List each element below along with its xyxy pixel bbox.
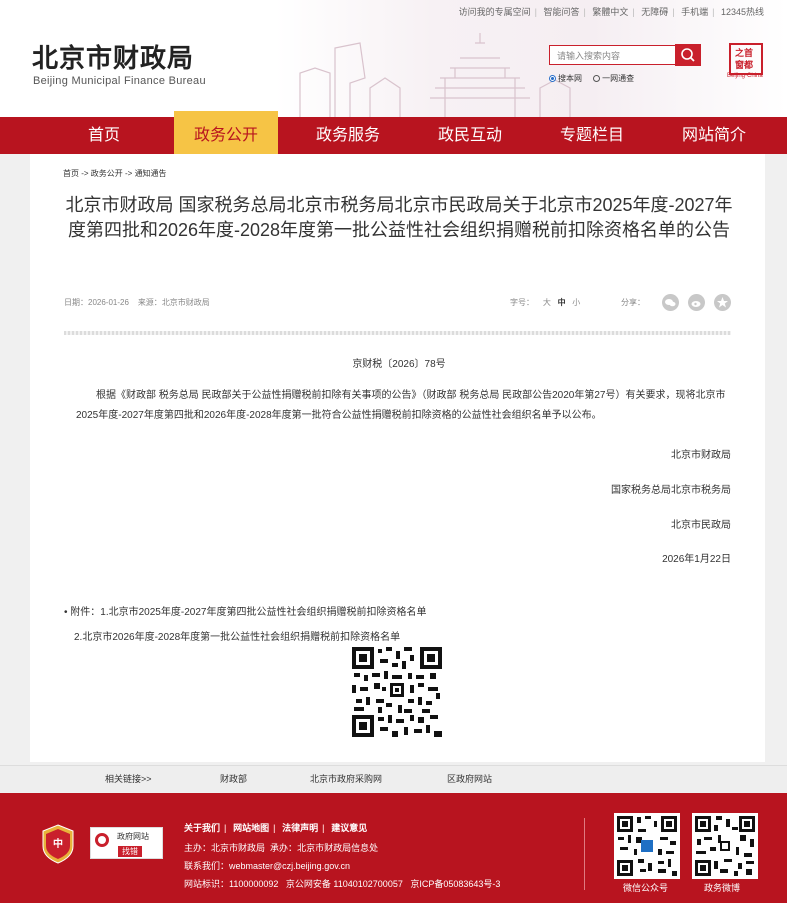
wechat-qr-label: 微信公众号 [623,883,669,893]
weibo-qr-label: 政务微博 [704,883,741,893]
search-scope-site-label[interactable]: 搜本网 [558,74,582,83]
share-label: 分享： [621,298,645,307]
svg-text:窗都: 窗都 [735,59,753,71]
footer-contact-line: 联系我们：webmaster@czj.beijing.gov.cn [184,861,351,871]
site-logo-title[interactable]: 北京市财政局 [32,38,194,75]
footer-links: 关于我们 | 网站地图 | 法律声明 | 建议意见 [184,823,368,833]
breadcrumb: 首页 -> 政务公开 -> 通知通告 [63,169,167,178]
badge-line-2: 找错 [118,846,142,857]
capital-window-logo[interactable]: 之首 窗都 [729,43,763,75]
footer-contact-email[interactable]: webmaster@czj.beijing.gov.cn [229,861,350,871]
article-body: 根据《财政部 税务总局 民政部关于公益性捐赠税前扣除有关事项的公告》（财政部 税… [76,390,726,421]
search-scope: 搜本网 一网通查 [549,73,634,84]
footer-operator: 北京市财政局信息处 [297,843,379,853]
footer-link-about[interactable]: 关于我们 [184,823,220,833]
font-size-medium[interactable]: 中 [558,298,566,307]
party-gov-emblem-icon[interactable]: 中 [40,824,76,864]
article-date: 2026-01-26 [88,298,129,307]
search-scope-all-label[interactable]: 一网通查 [602,74,634,83]
top-link-personal-space[interactable]: 访问我的专属空间 [459,7,531,17]
footer-divider [584,818,585,890]
favorite-share-icon[interactable] [714,294,731,311]
footer-icp[interactable]: 京ICP备05083643号-3 [410,879,500,889]
svg-text:之首: 之首 [735,47,753,59]
attachment-link-1[interactable]: • 附件：1.北京市2025年度-2027年度第四批公益性社会组织捐赠税前扣除资… [64,603,426,618]
nav-gov-affairs[interactable]: 政务公开 [174,111,278,154]
top-links: 访问我的专属空间 | 智能问答 | 繁體中文 | 无障碍 | 手机端 | 12345热线 [458,7,764,17]
article-source: 北京市财政局 [161,298,210,307]
search-scope-all-radio[interactable] [593,75,601,82]
search-scope-site-radio[interactable] [549,75,556,82]
signatory-tax-bureau: 国家税务总局北京市税务局 [611,485,731,496]
related-links-label: 相关链接>> [105,774,152,784]
wechat-qr-code [614,813,680,879]
related-link-mof[interactable]: 财政部 [220,772,247,785]
skyline-illustration [299,33,571,117]
weibo-qr-code [692,813,758,879]
sign-date: 2026年1月22日 [662,554,731,565]
main-nav: 首页 政务公开 政务服务 政民互动 专题栏目 网站简介 [0,111,787,154]
signatory-civil-affairs-bureau: 北京市民政局 [671,520,731,531]
nav-topics[interactable]: 专题栏目 [536,117,648,154]
footer-site-id: 1100000092 [229,879,279,889]
nav-gov-services[interactable]: 政务服务 [292,117,404,154]
top-link-accessibility[interactable]: 无障碍 [641,7,668,17]
font-size-small[interactable]: 小 [572,298,580,307]
footer-link-legal[interactable]: 法律声明 [282,823,318,833]
footer-link-feedback[interactable]: 建议意见 [331,823,367,833]
breadcrumb-notices[interactable]: 通知通告 [135,169,167,178]
article-divider [64,331,731,335]
footer-link-sitemap[interactable]: 网站地图 [233,823,269,833]
document-number: 京财税〔2026〕78号 [352,359,446,370]
article-title: 北京市财政局 国家税务总局北京市税务局北京市民政局关于北京市2025年度-202… [65,195,733,240]
badge-line-1: 政府网站 [117,832,149,841]
article-meta: 日期：2026-01-26 来源：北京市财政局 [64,298,210,307]
attachment-link-2[interactable]: 2.北京市2026年度-2028年度第一批公益性社会组织捐赠税前扣除资格名单 [74,628,400,643]
breadcrumb-home[interactable]: 首页 [63,169,79,178]
search-input[interactable]: 请输入搜索内容 [549,45,675,65]
nav-home[interactable]: 首页 [48,117,160,154]
font-size-large[interactable]: 大 [543,298,551,307]
signatory-finance-bureau: 北京市财政局 [671,450,731,461]
related-link-procurement[interactable]: 北京市政府采购网 [310,772,382,785]
footer-host-line: 主办：北京市财政局 承办：北京市财政局信息处 [184,843,379,853]
capital-window-subtitle: Beijing·China [727,73,763,79]
search-button[interactable] [675,44,701,66]
top-link-mobile[interactable]: 手机端 [681,7,708,17]
wechat-share-icon[interactable] [662,294,679,311]
footer-police-record[interactable]: 京公网安备 11040102700057 [286,879,403,889]
top-link-traditional-chinese[interactable]: 繁體中文 [592,7,628,17]
article-qr-code [352,647,442,737]
error-report-magnifier-icon [95,833,109,847]
search-icon [681,48,695,62]
top-link-hotline[interactable]: 12345热线 [721,7,764,17]
capital-window-seal-icon: 之首 窗都 [735,47,753,71]
weibo-share-icon[interactable] [688,294,705,311]
nav-interaction[interactable]: 政民互动 [414,117,526,154]
related-link-district-gov[interactable]: 区政府网站 [447,772,492,785]
footer-id-line: 网站标识：1100000092 京公网安备 11040102700057 京IC… [184,879,501,889]
nav-about[interactable]: 网站简介 [658,117,770,154]
svg-text:中: 中 [53,837,63,850]
footer-host: 北京市财政局 [211,843,266,853]
related-links-bar: 相关链接>> 财政部 北京市政府采购网 区政府网站 [0,765,787,792]
site-header: 访问我的专属空间 | 智能问答 | 繁體中文 | 无障碍 | 手机端 | 12345热线 … [0,0,787,117]
breadcrumb-gov-affairs[interactable]: 政务公开 [91,169,123,178]
top-link-smart-qa[interactable]: 智能问答 [543,7,579,17]
font-size-switcher: 字号： 大 中 小 [510,298,581,307]
site-logo-subtitle: Beijing Municipal Finance Bureau [33,75,206,87]
